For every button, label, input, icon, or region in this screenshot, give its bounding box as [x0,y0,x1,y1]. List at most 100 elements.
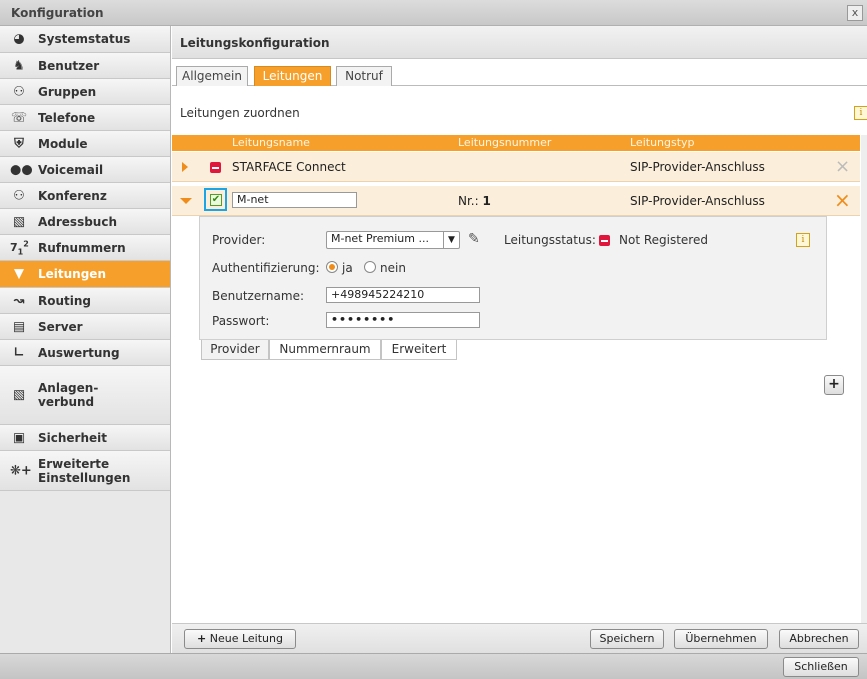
line-number-label: Nr.: 1 [458,194,491,208]
status-label: Leitungsstatus: [504,233,596,247]
user-icon: ♞ [13,58,25,73]
numbers-icon: 712 [10,239,29,256]
sidebar-item-label: Telefone [38,110,96,125]
tab-provider[interactable]: Provider [201,340,269,360]
table-header: Leitungsname Leitungsnummer Leitungstyp [172,135,860,151]
delete-icon[interactable]: × [834,188,851,212]
window-title: Konfiguration [11,6,104,20]
table-row[interactable]: STARFACE Connect SIP-Provider-Anschluss … [172,152,860,182]
column-header-number: Leitungsnummer [458,136,552,149]
sidebar-item-label: Server [38,319,83,334]
sidebar-item-label: Benutzer [38,58,100,73]
tab-erweitert[interactable]: Erweitert [381,340,457,360]
table-row[interactable]: ✔ M-net Nr.: 1 SIP-Provider-Anschluss × [172,186,860,216]
sidebar-item-systemstatus[interactable]: ◕ Systemstatus [0,26,170,53]
advanced-settings-icon: ❋+ [10,463,32,478]
provider-select[interactable]: M-net Premium ... ▼ [326,231,460,249]
auth-no-radio[interactable] [364,261,376,273]
panel-header: Leitungskonfiguration [172,26,867,59]
expand-arrow-icon[interactable] [182,162,188,172]
auth-yes-label: ja [342,261,353,275]
tab-nummernraum[interactable]: Nummernraum [269,340,381,360]
addressbook-icon: ▧ [12,214,26,229]
sidebar-item-rufnummern[interactable]: 712 Rufnummern [0,235,170,261]
error-status-icon [210,162,221,173]
sidebar-item-label: Routing [38,293,92,308]
error-status-icon [599,235,610,246]
column-header-type: Leitungstyp [630,136,695,149]
sidebar-item-label: Auswertung [38,345,120,360]
sidebar-item-voicemail[interactable]: ●● Voicemail [0,157,170,183]
tab-allgemein[interactable]: Allgemein [176,66,248,86]
sidebar-item-label: Leitungen [38,267,106,281]
line-name-input[interactable]: M-net [232,192,357,208]
auth-yes-radio[interactable] [326,261,338,273]
sidebar-item-telefone[interactable]: ☏ Telefone [0,105,170,131]
group-icon: ⚇ [13,84,25,99]
sidebar-item-label: Rufnummern [38,240,126,255]
tab-notruf[interactable]: Notruf [336,66,392,86]
sidebar-item-leitungen[interactable]: ▼ Leitungen [0,261,170,288]
line-name: STARFACE Connect [232,160,346,174]
server-icon: ▤ [12,319,26,334]
sidebar-item-label: Systemstatus [38,32,131,46]
info-icon[interactable]: i [854,106,867,120]
column-header-name: Leitungsname [232,136,310,149]
window-footer: Schließen [0,653,867,679]
main-panel: Leitungskonfiguration Allgemein Leitunge… [172,26,867,653]
edit-pencil-icon[interactable]: ✎ [468,231,480,247]
line-type: SIP-Provider-Anschluss [630,194,765,208]
scrollbar[interactable] [861,135,867,625]
plug-icon: ▼ [14,266,24,282]
conference-icon: ⚇ [13,188,25,203]
sidebar-item-routing[interactable]: ↝ Routing [0,288,170,314]
tab-bar: Allgemein Leitungen Notruf [172,59,867,86]
voicemail-icon: ●● [10,162,33,177]
auth-no-label: nein [380,261,406,275]
sidebar-item-anlagenverbund[interactable]: ▧ Anlagen-verbund [0,366,170,425]
cancel-button[interactable]: Abbrechen [779,629,859,649]
collapse-arrow-icon[interactable] [180,198,192,204]
apply-button[interactable]: Übernehmen [674,629,768,649]
close-icon[interactable]: x [847,5,863,21]
chevron-down-icon: ▼ [443,232,459,248]
line-type: SIP-Provider-Anschluss [630,160,765,174]
network-icon: ▧ [12,387,26,403]
save-button[interactable]: Speichern [590,629,664,649]
username-label: Benutzername: [212,289,305,303]
action-bar: + Neue Leitung Speichern Übernehmen Abbr… [172,623,867,653]
delete-icon[interactable]: × [835,156,850,177]
sidebar-item-benutzer[interactable]: ♞ Benutzer [0,53,170,79]
new-line-button[interactable]: + Neue Leitung [184,629,296,649]
sidebar-item-adressbuch[interactable]: ▧ Adressbuch [0,209,170,235]
sidebar-item-gruppen[interactable]: ⚇ Gruppen [0,79,170,105]
sidebar-item-label: Voicemail [38,162,104,177]
phone-icon: ☏ [10,110,28,125]
sidebar-item-label: Gruppen [38,84,97,99]
page-title: Leitungskonfiguration [180,36,330,50]
sidebar-item-module[interactable]: ⛨ Module [0,131,170,157]
routing-icon: ↝ [13,293,25,308]
sidebar-item-auswertung[interactable]: ∟ Auswertung [0,340,170,366]
line-detail-panel: Provider: M-net Premium ... ▼ ✎ Leitungs… [199,216,827,340]
sidebar-item-sicherheit[interactable]: ▣ Sicherheit [0,425,170,451]
add-icon[interactable]: + [824,375,844,395]
window-titlebar: Konfiguration x [0,0,867,26]
lock-icon: ▣ [12,430,26,445]
gauge-icon: ◕ [13,31,25,47]
sidebar-item-erweiterte-einstellungen[interactable]: ❋+ Erweiterte Einstellungen [0,451,170,491]
provider-label: Provider: [212,233,266,247]
auth-label: Authentifizierung: [212,261,320,275]
tab-leitungen[interactable]: Leitungen [254,66,331,86]
sidebar-item-label: Sicherheit [38,430,107,445]
sidebar-item-label: Anlagen-verbund [38,381,99,409]
close-window-button[interactable]: Schließen [783,657,859,677]
password-label: Passwort: [212,314,270,328]
password-input[interactable]: •••••••• [326,312,480,328]
sidebar: ◕ Systemstatus ♞ Benutzer ⚇ Gruppen ☏ Te… [0,26,171,653]
enable-checkbox[interactable]: ✔ [210,194,222,206]
username-input[interactable]: +498945224210 [326,287,480,303]
sidebar-item-server[interactable]: ▤ Server [0,314,170,340]
info-icon[interactable]: i [796,233,810,247]
sidebar-item-konferenz[interactable]: ⚇ Konferenz [0,183,170,209]
